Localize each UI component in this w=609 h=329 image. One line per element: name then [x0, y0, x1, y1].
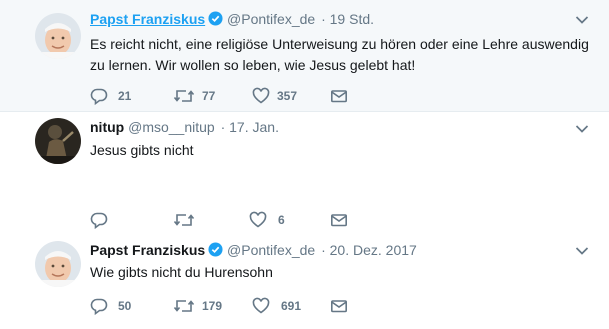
tweet-text: Es reicht nicht, eine religiöse Unterwei… [90, 36, 589, 73]
tweet-header: Papst Franziskus @Pontifex_de · 20. Dez.… [90, 240, 417, 260]
envelope-icon [330, 90, 347, 103]
retweet-button[interactable]: 179 [173, 296, 233, 316]
tweet-card[interactable]: Papst Franziskus @Pontifex_de · 20. Dez.… [0, 232, 609, 329]
reply-button[interactable]: 21 [90, 86, 150, 106]
author-name[interactable]: nitup [90, 119, 124, 135]
reply-button[interactable]: 50 [90, 296, 150, 316]
reply-count: 50 [118, 299, 132, 313]
retweet-icon [173, 214, 195, 226]
envelope-icon [330, 214, 347, 227]
retweet-icon [173, 300, 195, 312]
like-button[interactable]: 691 [252, 296, 312, 316]
tweet-header: Papst Franziskus @Pontifex_de · 19 Std. [90, 9, 374, 29]
like-button[interactable]: 6 [249, 210, 309, 230]
message-button[interactable] [330, 210, 352, 230]
reply-icon [90, 88, 108, 105]
author-handle[interactable]: @Pontifex_de [227, 11, 315, 27]
chevron-down-icon[interactable] [575, 124, 589, 134]
reply-icon [90, 212, 108, 229]
like-count: 6 [278, 213, 285, 227]
envelope-icon [330, 300, 347, 313]
retweet-icon [173, 90, 195, 102]
avatar[interactable] [35, 118, 81, 164]
chevron-down-icon[interactable] [575, 246, 589, 256]
retweet-button[interactable] [173, 210, 233, 230]
author-name[interactable]: Papst Franziskus [90, 242, 205, 258]
avatar[interactable] [35, 241, 81, 287]
reply-button[interactable] [90, 210, 150, 230]
like-button[interactable]: 357 [252, 86, 312, 106]
tweet-header: nitup @mso__nitup · 17. Jan. [90, 117, 279, 137]
author-handle[interactable]: @Pontifex_de [227, 242, 315, 258]
retweet-count: 77 [202, 89, 216, 103]
tweet-text: Wie gibts nicht du Hurensohn [90, 264, 273, 280]
avatar[interactable] [35, 13, 81, 59]
verified-badge-icon [208, 11, 223, 26]
message-button[interactable] [330, 86, 352, 106]
tweet-timestamp[interactable]: · 20. Dez. 2017 [321, 242, 417, 258]
reply-icon [90, 298, 108, 315]
like-count: 357 [277, 89, 298, 103]
chevron-down-icon[interactable] [575, 15, 589, 25]
tweet-text: Jesus gibts nicht [90, 142, 194, 158]
heart-icon [252, 297, 270, 314]
tweet-timestamp[interactable]: · 17. Jan. [221, 119, 279, 135]
tweet-timestamp[interactable]: · 19 Std. [321, 11, 374, 27]
like-count: 691 [281, 299, 302, 313]
reply-count: 21 [118, 89, 132, 103]
author-name[interactable]: Papst Franziskus [90, 11, 205, 27]
verified-badge-icon [208, 242, 223, 257]
message-button[interactable] [330, 296, 352, 316]
author-handle[interactable]: @mso__nitup [128, 119, 215, 135]
retweet-button[interactable]: 77 [173, 86, 233, 106]
tweet-card[interactable]: Papst Franziskus @Pontifex_de · 19 Std. … [0, 0, 609, 111]
heart-icon [252, 87, 270, 104]
tweet-card[interactable]: nitup @mso__nitup · 17. Jan. Jesus gibts… [0, 111, 609, 232]
retweet-count: 179 [202, 299, 223, 313]
heart-icon [249, 211, 267, 228]
